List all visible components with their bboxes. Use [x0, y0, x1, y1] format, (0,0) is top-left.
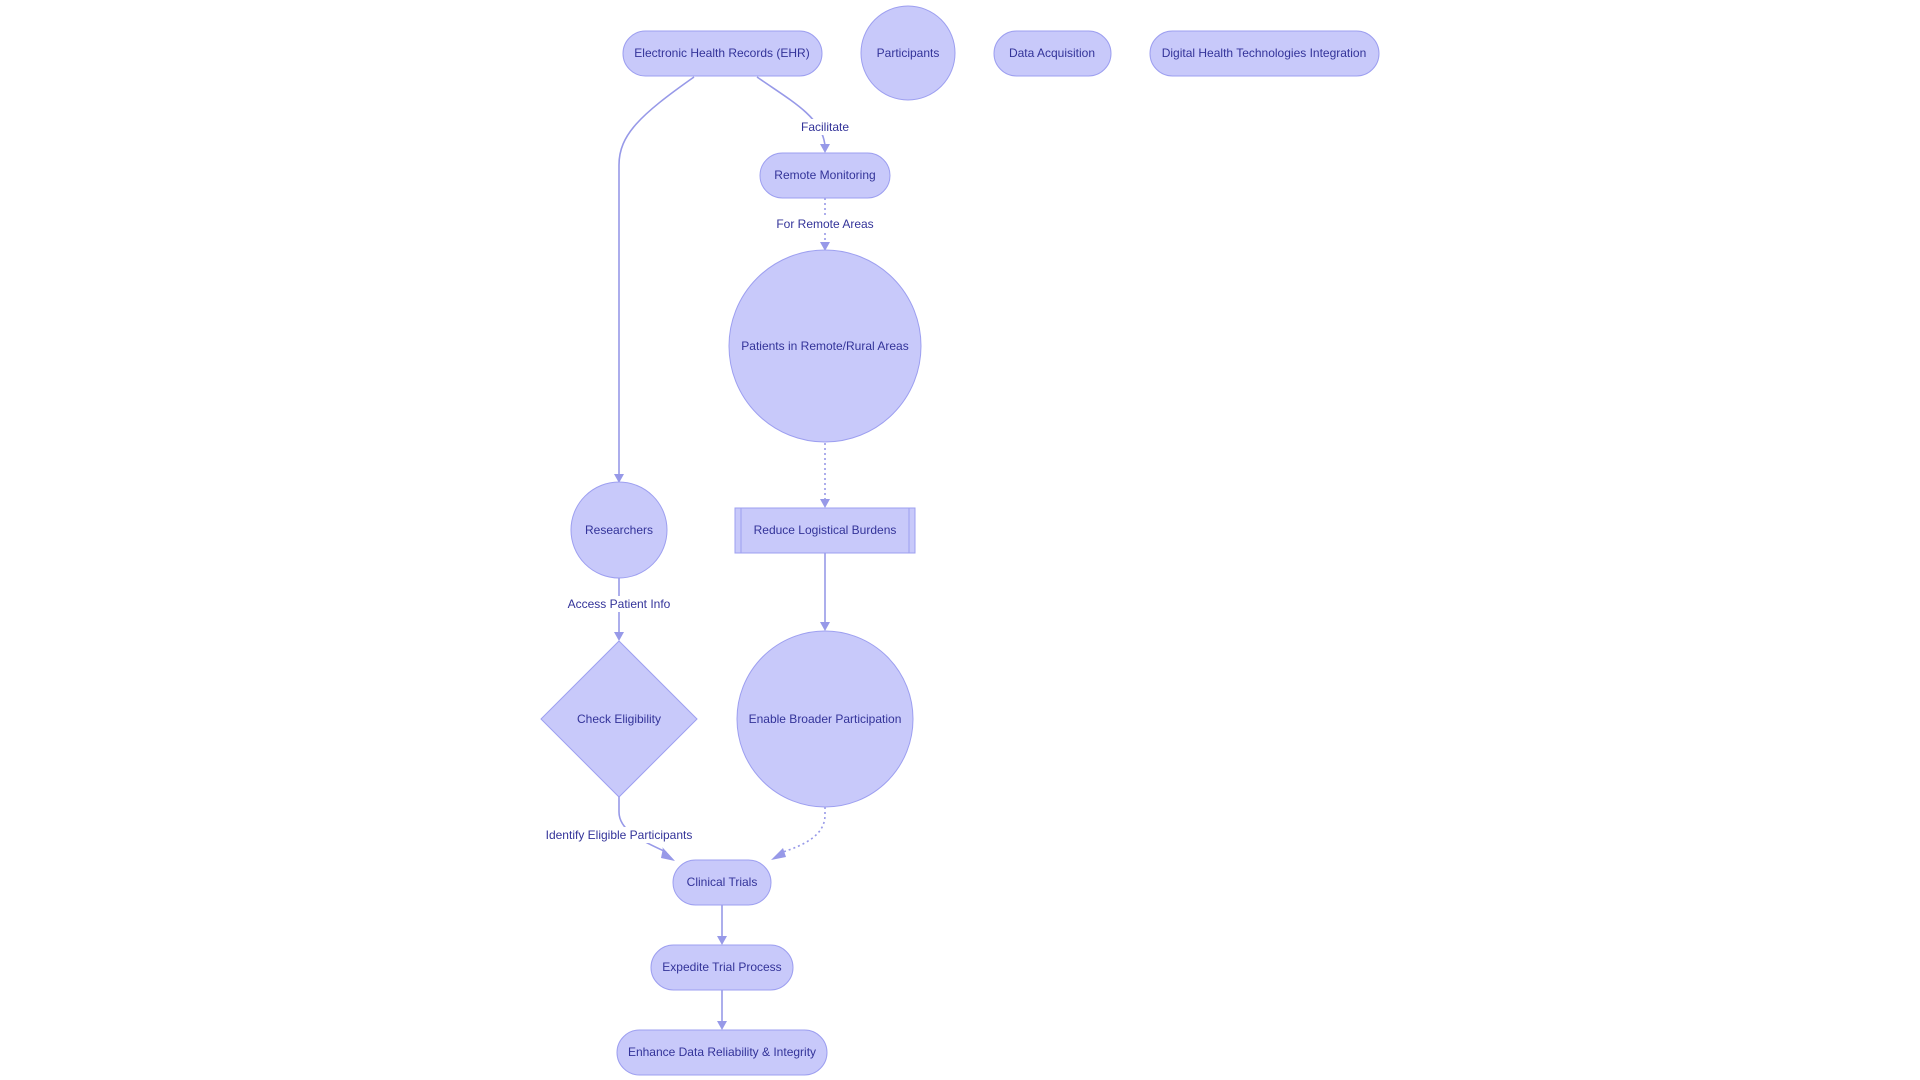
node-participants[interactable]: Participants	[860, 5, 956, 101]
node-label: Researchers	[585, 523, 653, 537]
edge-researchers-to-check-eligibility: Access Patient Info	[565, 578, 673, 641]
node-broader-participation[interactable]: Enable Broader Participation	[736, 630, 914, 808]
node-remote-monitoring[interactable]: Remote Monitoring	[759, 152, 891, 199]
edge-label-access-patient-info: Access Patient Info	[568, 597, 671, 611]
node-label: Data Acquisition	[1009, 46, 1095, 60]
edge-label-identify-eligible-participants: Identify Eligible Participants	[546, 828, 693, 842]
arrowhead-icon	[771, 848, 786, 860]
arrowhead-icon	[614, 632, 624, 641]
node-label: Enable Broader Participation	[749, 712, 902, 726]
edge-ehr-to-remote-monitoring: Facilitate	[756, 76, 852, 153]
node-reduce-burdens[interactable]: Reduce Logistical Burdens	[734, 507, 916, 554]
arrowhead-icon	[820, 144, 830, 153]
arrowhead-icon	[661, 848, 675, 861]
node-enhance[interactable]: Enhance Data Reliability & Integrity	[616, 1029, 828, 1076]
nodes: Electronic Health Records (EHR) Particip…	[540, 5, 1380, 1076]
edge-patients-to-reduce-burdens	[820, 443, 830, 508]
flowchart-diagram: Facilitate For Remote Areas Access Patie…	[540, 5, 1380, 1076]
edge-label-for-remote-areas: For Remote Areas	[776, 217, 873, 231]
edge-check-eligibility-to-clinical-trials: Identify Eligible Participants	[543, 796, 695, 861]
node-label: Electronic Health Records (EHR)	[634, 46, 809, 60]
node-label: Check Eligibility	[577, 712, 661, 726]
arrowhead-icon	[820, 499, 830, 508]
node-label: Expedite Trial Process	[662, 960, 781, 974]
node-label: Reduce Logistical Burdens	[754, 523, 897, 537]
edge-clinical-trials-to-expedite	[717, 905, 727, 945]
node-ehr[interactable]: Electronic Health Records (EHR)	[622, 30, 823, 77]
node-data-acquisition[interactable]: Data Acquisition	[993, 30, 1112, 77]
node-patients-remote[interactable]: Patients in Remote/Rural Areas	[728, 249, 922, 443]
edge-expedite-to-enhance	[717, 990, 727, 1030]
arrowhead-icon	[717, 1021, 727, 1030]
node-label: Remote Monitoring	[774, 168, 875, 182]
node-label: Participants	[877, 46, 940, 60]
node-dht-integration[interactable]: Digital Health Technologies Integration	[1149, 30, 1380, 77]
edge-line	[618, 76, 695, 474]
edge-remote-monitoring-to-patients: For Remote Areas	[774, 198, 876, 251]
node-researchers[interactable]: Researchers	[570, 481, 668, 579]
node-expedite[interactable]: Expedite Trial Process	[650, 944, 794, 991]
node-label: Digital Health Technologies Integration	[1162, 46, 1367, 60]
edge-line	[779, 807, 826, 854]
node-label: Enhance Data Reliability & Integrity	[628, 1045, 816, 1059]
edge-label-facilitate: Facilitate	[801, 120, 849, 134]
arrowhead-icon	[820, 622, 830, 631]
edge-line	[618, 796, 667, 853]
edge-broader-participation-to-clinical-trials	[771, 807, 826, 860]
edge-reduce-burdens-to-broader-participation	[820, 553, 830, 631]
node-label: Clinical Trials	[687, 875, 758, 889]
node-clinical-trials[interactable]: Clinical Trials	[672, 859, 772, 906]
arrowhead-icon	[717, 936, 727, 945]
node-label: Patients in Remote/Rural Areas	[741, 339, 908, 353]
node-check-eligibility[interactable]: Check Eligibility	[540, 640, 698, 798]
edge-ehr-to-researchers	[614, 76, 695, 483]
